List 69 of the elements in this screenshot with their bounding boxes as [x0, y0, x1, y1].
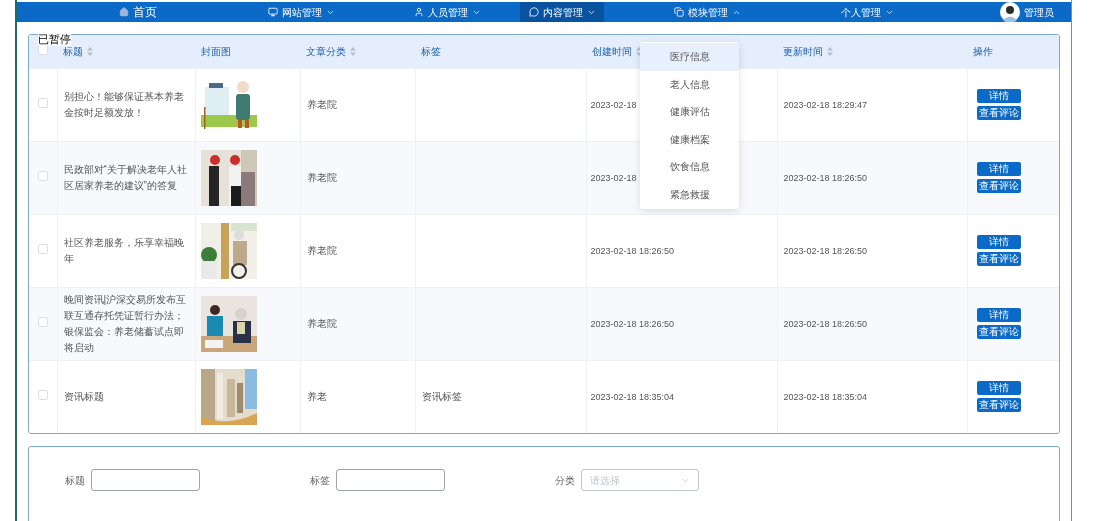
menu-item[interactable]: 健康档案: [640, 125, 739, 153]
user-name[interactable]: 管理员: [1024, 4, 1054, 20]
table-cell-text: 民政部对“关于解决老年人社区居家养老的建议”的答复: [63, 162, 188, 193]
nav-tab[interactable]: 个人管理: [810, 2, 924, 22]
checkbox[interactable]: [37, 171, 48, 181]
table-cell: 养老院: [306, 245, 337, 256]
checkbox[interactable]: [37, 244, 48, 254]
table-cell: 2023-02-18 18:26:50: [590, 245, 675, 256]
table-cell: 2023-02-18 18:35:04: [590, 392, 675, 402]
checkbox[interactable]: [37, 317, 48, 327]
table-cell: 养老院: [306, 172, 337, 183]
table-cell: 2023-02-18 18:29:47: [783, 99, 868, 110]
table-cell-text: 社区养老服务，乐享幸福晚年: [63, 235, 185, 266]
menu-item[interactable]: 紧急救援: [640, 180, 739, 208]
table-cell: 2023-02-18 18:26:50: [783, 318, 868, 329]
column-header[interactable]: 文章分类: [306, 43, 356, 59]
pause-label: 已暂停: [38, 33, 71, 46]
nav-tab[interactable]: 模块管理: [604, 2, 810, 22]
nav-tab[interactable]: 内容管理: [520, 2, 604, 22]
details-button[interactable]: 详情: [976, 162, 1021, 176]
column-header[interactable]: 更新时间: [783, 43, 833, 59]
avatar[interactable]: [1000, 2, 1020, 22]
comments-button[interactable]: 查看评论: [976, 398, 1021, 413]
filter-label: 分类: [555, 473, 575, 488]
table-cell: 2023-02-18 18:35:04: [783, 392, 868, 402]
table-cell-text: 晚间资讯|沪深交易所发布互联互通存托凭证暂行办法；银保监会：养老储蓄试点即将启动: [63, 292, 188, 355]
nav-tab[interactable]: 人员管理: [374, 2, 520, 22]
column-header: 标签: [421, 44, 441, 59]
table-cell: 2023-02-18 18:26:50: [783, 172, 868, 183]
details-button[interactable]: 详情: [976, 308, 1021, 322]
input-field[interactable]: [336, 469, 445, 491]
column-header: 封面图: [201, 44, 231, 59]
comments-button[interactable]: 查看评论: [976, 325, 1021, 339]
sort-icon[interactable]: [350, 46, 356, 56]
table-cell: 2023-02-18 18:26:50: [783, 245, 868, 256]
table-cell: 2023-02-18: [590, 99, 637, 110]
comments-button[interactable]: 查看评论: [976, 252, 1021, 266]
filter-label: 标签: [310, 473, 330, 488]
comments-button[interactable]: 查看评论: [976, 179, 1021, 193]
sort-icon[interactable]: [87, 46, 93, 56]
checkbox[interactable]: [37, 98, 48, 108]
sort-icon[interactable]: [827, 46, 833, 56]
menu-item[interactable]: 饮食信息: [640, 153, 739, 181]
menu-item[interactable]: 健康评估: [640, 98, 739, 126]
chat-icon: [528, 7, 539, 17]
table-cell: 资讯标签: [421, 391, 462, 403]
details-button[interactable]: 详情: [976, 235, 1021, 249]
home-icon: [119, 7, 129, 17]
details-button[interactable]: 详情: [976, 381, 1021, 396]
checkbox[interactable]: [37, 390, 48, 401]
table-cell: 2023-02-18: [590, 172, 637, 183]
monitor-icon: [268, 7, 278, 17]
copy-icon: [673, 7, 684, 17]
table-cell: 养老院: [306, 99, 337, 110]
comments-button[interactable]: 查看评论: [976, 106, 1021, 120]
table-cell: 养老院: [306, 318, 337, 329]
table-cell-text: 资讯标题: [63, 389, 105, 404]
details-button[interactable]: 详情: [976, 89, 1021, 103]
table-cell: 养老: [306, 391, 327, 403]
column-header: 操作: [973, 44, 993, 59]
nav-tab[interactable]: 首页: [47, 2, 229, 22]
table-cell: 2023-02-18 18:26:50: [590, 318, 675, 329]
menu-item[interactable]: 医疗信息: [640, 43, 739, 71]
nav-tab[interactable]: 网站管理: [229, 2, 374, 22]
input-field[interactable]: [91, 469, 200, 491]
menu-item[interactable]: 老人信息: [640, 70, 739, 98]
table-cell-text: 别担心！能够保证基本养老金按时足额发放！: [63, 89, 185, 120]
filter-label: 标题: [65, 473, 85, 488]
user-icon: [413, 7, 424, 17]
